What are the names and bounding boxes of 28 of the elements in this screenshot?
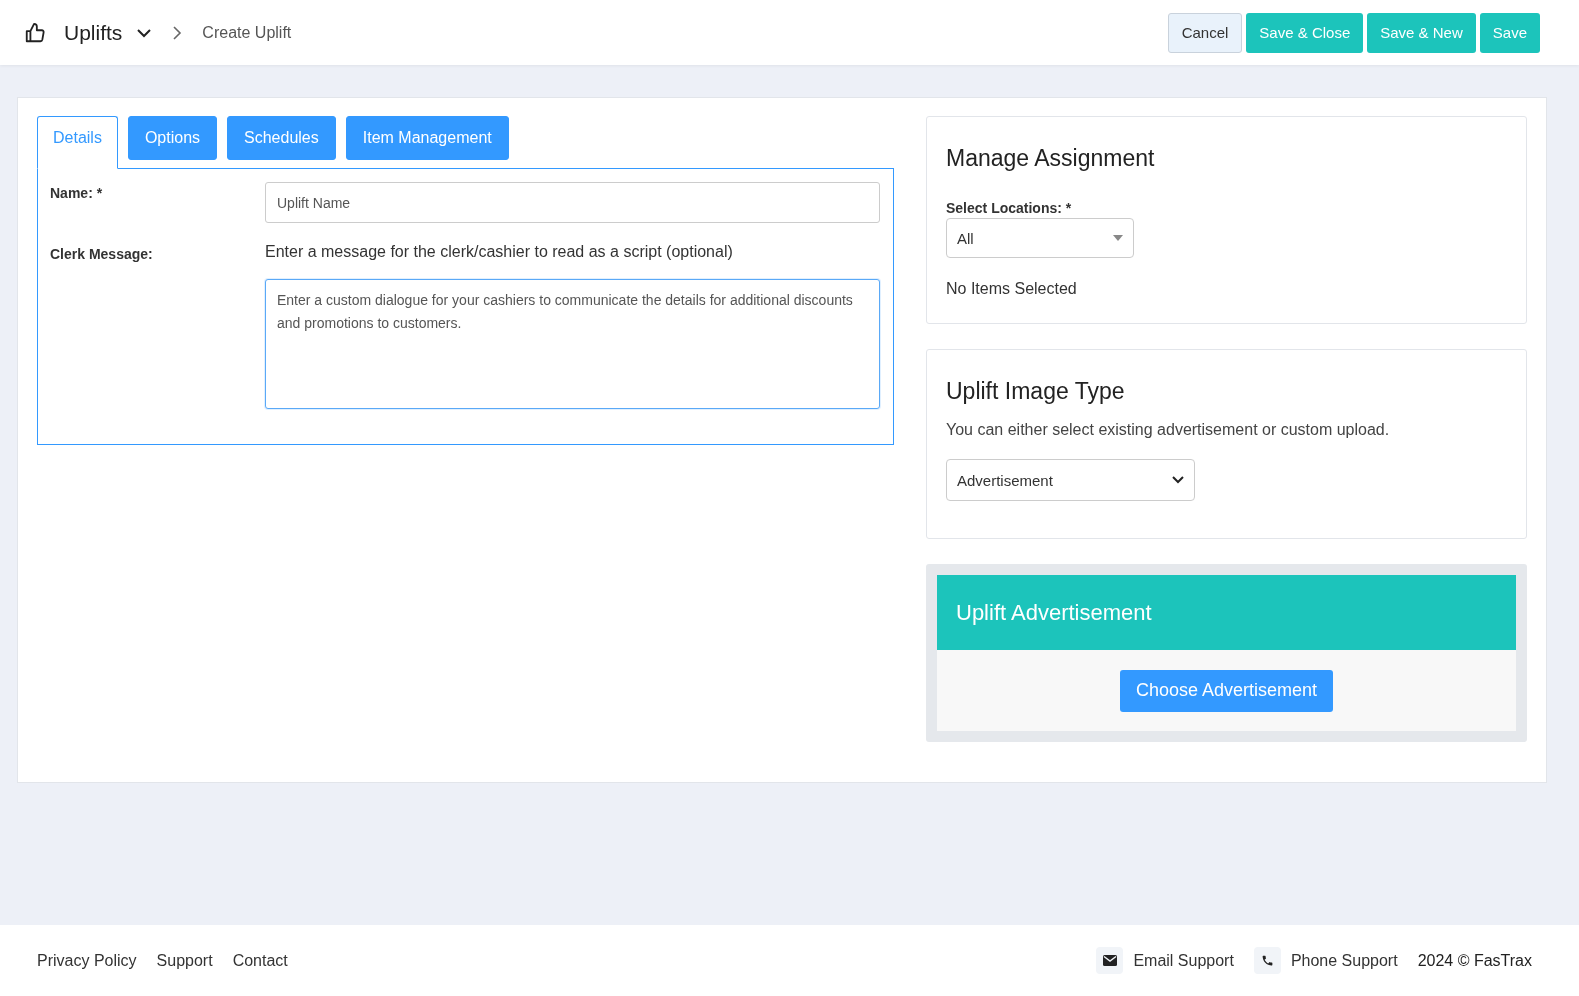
panel-heading: Manage Assignment [946,145,1155,172]
envelope-icon [1102,955,1117,966]
action-button[interactable]: Cancel [1167,12,1243,53]
empty-state-text: No Items Selected [946,280,1077,298]
footer-link[interactable]: Privacy Policy [37,951,137,970]
support-link[interactable]: Email Support [1133,951,1234,970]
breadcrumb-current: Create Uplift [202,23,292,42]
phone-icon [1260,954,1274,967]
caret-down-icon [1113,235,1123,241]
panel-description: You can either select existing advertisement or custom upload. [946,421,1390,439]
footer-link[interactable]: Contact [232,951,288,970]
field-label: Name: * [50,184,104,203]
chevron-right-icon [172,24,183,41]
field-hint: Enter a message for the clerk/cashier to read as a script (optional) [265,243,734,261]
field-label: Select Locations: * [946,200,1072,216]
name-input-field[interactable]: Uplift Name [265,182,880,223]
support-link[interactable]: Phone Support [1290,951,1398,970]
image-type-dropdown[interactable]: Advertisement [946,459,1195,501]
panel-heading: Uplift Image Type [946,378,1125,405]
panel-heading: Uplift Advertisement [956,599,1152,626]
clerk-message-field[interactable]: Enter a custom dialogue for your cashiers to communicate the details for additional discounts and promotions to customers. [265,279,880,409]
field-label: Clerk Message: [50,245,154,264]
page-title: Uplifts [64,20,123,45]
chevron-down-icon [1172,476,1184,484]
copyright-text: 2024 © FasTrax [1417,951,1532,970]
footer-link[interactable]: Support [156,951,213,970]
thumbs-up-icon [24,21,46,44]
locations-dropdown[interactable]: All [946,218,1134,258]
